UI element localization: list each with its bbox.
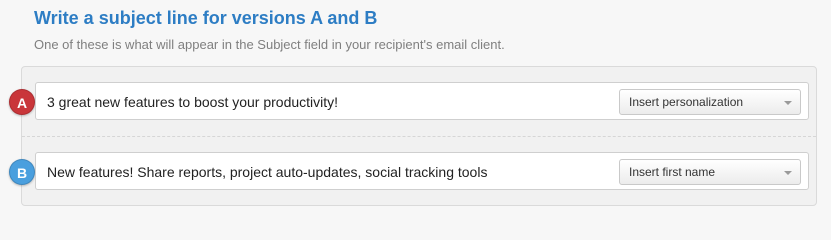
insert-personalization-select-a[interactable]: Insert personalization — [619, 89, 801, 115]
divider — [22, 136, 816, 137]
subject-a-value: 3 great new features to boost your produ… — [47, 94, 339, 110]
subject-a-input[interactable]: 3 great new features to boost your produ… — [35, 82, 809, 120]
select-a-label: Insert personalization — [629, 95, 744, 109]
subject-b-value: New features! Share reports, project aut… — [47, 164, 488, 180]
version-b-row: B New features! Share reports, project a… — [9, 152, 809, 190]
page-subtitle: One of these is what will appear in the … — [34, 37, 505, 52]
version-a-badge: A — [9, 89, 35, 115]
page-title: Write a subject line for versions A and … — [34, 8, 378, 28]
subject-b-input[interactable]: New features! Share reports, project aut… — [35, 152, 809, 190]
version-b-badge: B — [9, 159, 35, 185]
subject-lines-panel: A 3 great new features to boost your pro… — [9, 66, 817, 206]
version-a-row: A 3 great new features to boost your pro… — [9, 82, 809, 120]
chevron-down-icon — [784, 171, 792, 175]
select-b-label: Insert first name — [629, 165, 716, 179]
insert-personalization-select-b[interactable]: Insert first name — [619, 159, 801, 185]
chevron-down-icon — [784, 101, 792, 105]
